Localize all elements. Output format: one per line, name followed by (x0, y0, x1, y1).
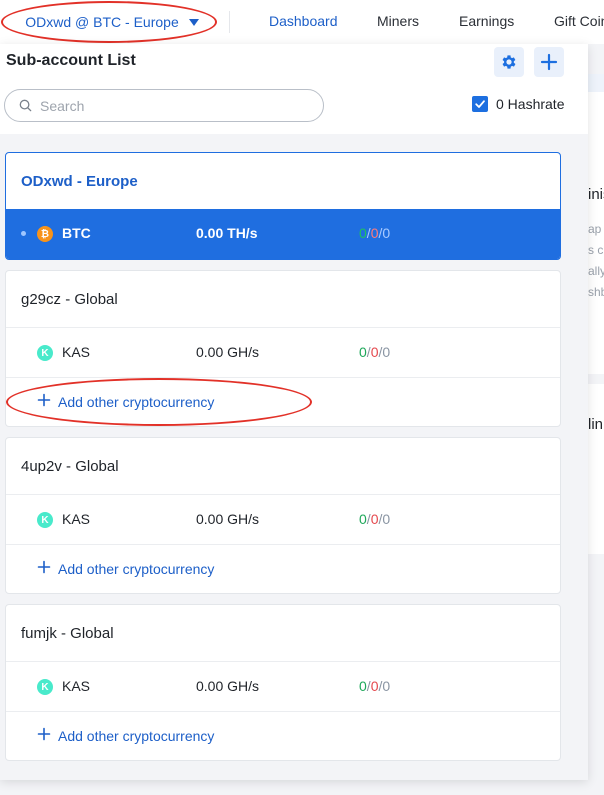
background-text: inis (588, 186, 604, 203)
add-cryptocurrency-button[interactable]: Add other cryptocurrency (6, 377, 560, 425)
account-switcher[interactable]: ODxwd @ BTC - Europe (8, 4, 216, 40)
background-card: inis ap s c ally shb (588, 74, 604, 374)
coin-hashrate: 0.00 GH/s (196, 511, 260, 527)
coin-hashrate: 0.00 TH/s (196, 225, 258, 241)
sub-account-card-4up2v[interactable]: 4up2v - Global K KAS 0.00 GH/s 0/0/0 Add… (5, 437, 561, 594)
nav-link-miners[interactable]: Miners (377, 13, 419, 29)
plus-icon (540, 53, 558, 71)
search-input[interactable] (40, 97, 290, 114)
background-text: s c (588, 243, 604, 257)
coin-name: KAS (62, 511, 91, 527)
checkmark-icon (475, 100, 485, 108)
account-switcher-label: ODxwd @ BTC - Europe (25, 14, 179, 30)
sub-account-card-g29cz[interactable]: g29cz - Global K KAS 0.00 GH/s 0/0/0 Add… (5, 270, 561, 427)
hashrate-checkbox[interactable] (472, 96, 488, 112)
search-icon (19, 99, 32, 112)
kaspa-icon: K (37, 345, 53, 361)
add-sub-account-button[interactable] (534, 47, 564, 77)
search-field[interactable] (4, 89, 324, 122)
background-page: inis ap s c ally shb lin (588, 44, 604, 795)
gear-icon (502, 55, 516, 69)
coin-name: KAS (62, 344, 91, 360)
inactive-count: 0 (382, 225, 391, 241)
miner-counts: 0/0/0 (359, 511, 390, 527)
coin-row-kas[interactable]: K KAS 0.00 GH/s 0/0/0 (6, 661, 560, 711)
inactive-count: 0 (382, 344, 391, 360)
miner-counts: 0/0/0 (359, 344, 390, 360)
add-cryptocurrency-label: Add other cryptocurrency (58, 561, 215, 577)
background-text: ally (588, 264, 604, 278)
bitcoin-icon: ₿ (37, 226, 53, 242)
add-cryptocurrency-button[interactable]: Add other cryptocurrency (6, 711, 560, 759)
add-cryptocurrency-label: Add other cryptocurrency (58, 728, 215, 744)
coin-name: KAS (62, 678, 91, 694)
coin-row-btc[interactable]: ₿ BTC 0.00 TH/s 0/0/0 (6, 209, 560, 259)
sub-account-title: fumjk - Global (21, 625, 114, 642)
kaspa-icon: K (37, 512, 53, 528)
selected-dot-icon (21, 231, 26, 236)
online-count: 0 (359, 511, 367, 527)
panel-header: Sub-account List 0 Hashrate (0, 44, 588, 134)
inactive-count: 0 (382, 678, 391, 694)
top-navigation: ODxwd @ BTC - Europe Dashboard Miners Ea… (0, 0, 604, 44)
sub-account-title: 4up2v - Global (21, 458, 119, 475)
miner-counts: 0/0/0 (359, 678, 390, 694)
sub-account-card-fumjk[interactable]: fumjk - Global K KAS 0.00 GH/s 0/0/0 Add… (5, 604, 561, 761)
plus-icon (37, 393, 51, 407)
plus-icon (37, 727, 51, 741)
add-cryptocurrency-button[interactable]: Add other cryptocurrency (6, 544, 560, 592)
panel-title: Sub-account List (6, 52, 136, 69)
coin-hashrate: 0.00 GH/s (196, 678, 260, 694)
sub-account-title: ODxwd - Europe (21, 173, 138, 190)
background-text: ap (588, 222, 602, 236)
background-text: lin (588, 416, 604, 433)
add-cryptocurrency-label: Add other cryptocurrency (58, 394, 215, 410)
coin-row-kas[interactable]: K KAS 0.00 GH/s 0/0/0 (6, 327, 560, 377)
plus-icon (37, 560, 51, 574)
miner-counts: 0/0/0 (359, 225, 390, 241)
nav-link-earnings[interactable]: Earnings (459, 13, 514, 29)
settings-button[interactable] (494, 47, 524, 77)
caret-down-icon (188, 19, 199, 26)
sub-account-card-odxwd[interactable]: ODxwd - Europe ₿ BTC 0.00 TH/s 0/0/0 (5, 152, 561, 260)
nav-link-gift-coin[interactable]: Gift Coin (554, 13, 604, 29)
online-count: 0 (359, 678, 367, 694)
hashrate-filter[interactable]: 0 Hashrate (472, 96, 564, 112)
coin-name: BTC (62, 225, 91, 241)
coin-row-kas[interactable]: K KAS 0.00 GH/s 0/0/0 (6, 494, 560, 544)
background-band (588, 74, 604, 92)
nav-divider (229, 11, 230, 33)
background-card: lin (588, 384, 604, 554)
nav-link-dashboard[interactable]: Dashboard (269, 13, 338, 29)
hashrate-label: 0 Hashrate (496, 96, 565, 112)
inactive-count: 0 (382, 511, 391, 527)
coin-hashrate: 0.00 GH/s (196, 344, 260, 360)
online-count: 0 (359, 344, 367, 360)
online-count: 0 (359, 225, 367, 241)
sub-account-title: g29cz - Global (21, 291, 118, 308)
kaspa-icon: K (37, 679, 53, 695)
background-text: shb (588, 285, 604, 299)
sub-account-panel: Sub-account List 0 Hashrate (0, 44, 588, 780)
